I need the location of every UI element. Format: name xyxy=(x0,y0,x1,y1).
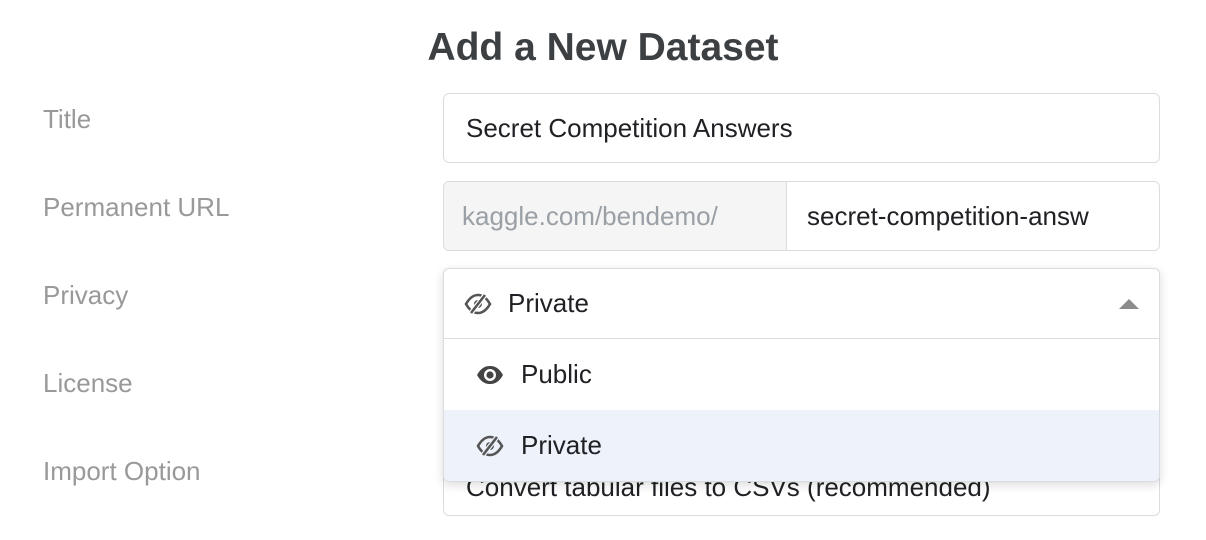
title-label: Title xyxy=(43,104,92,134)
title-input-value: Secret Competition Answers xyxy=(466,112,793,143)
eye-slash-icon xyxy=(464,292,494,316)
privacy-label: Privacy xyxy=(43,280,129,310)
import-option-label: Import Option xyxy=(43,456,201,486)
page-title: Add a New Dataset xyxy=(427,26,779,69)
url-slug-input[interactable]: secret-competition-answ xyxy=(787,182,1159,250)
caret-up-icon xyxy=(1119,299,1139,309)
url-prefix: kaggle.com/bendemo/ xyxy=(444,182,787,250)
license-label: License xyxy=(43,368,133,398)
privacy-selected-value: Private xyxy=(508,288,589,318)
eye-icon xyxy=(476,363,506,387)
privacy-select[interactable]: Private Public Private xyxy=(443,268,1160,482)
privacy-option-private-label: Private xyxy=(521,430,602,460)
permanent-url-label: Permanent URL xyxy=(43,192,230,222)
privacy-option-public[interactable]: Public xyxy=(444,339,1159,410)
permanent-url-field: kaggle.com/bendemo/ secret-competition-a… xyxy=(443,181,1160,251)
privacy-option-private[interactable]: Private xyxy=(444,410,1159,481)
eye-slash-icon xyxy=(476,434,506,458)
privacy-option-public-label: Public xyxy=(521,359,592,389)
privacy-select-toggle[interactable]: Private xyxy=(444,269,1159,339)
title-input[interactable]: Secret Competition Answers xyxy=(443,93,1160,163)
